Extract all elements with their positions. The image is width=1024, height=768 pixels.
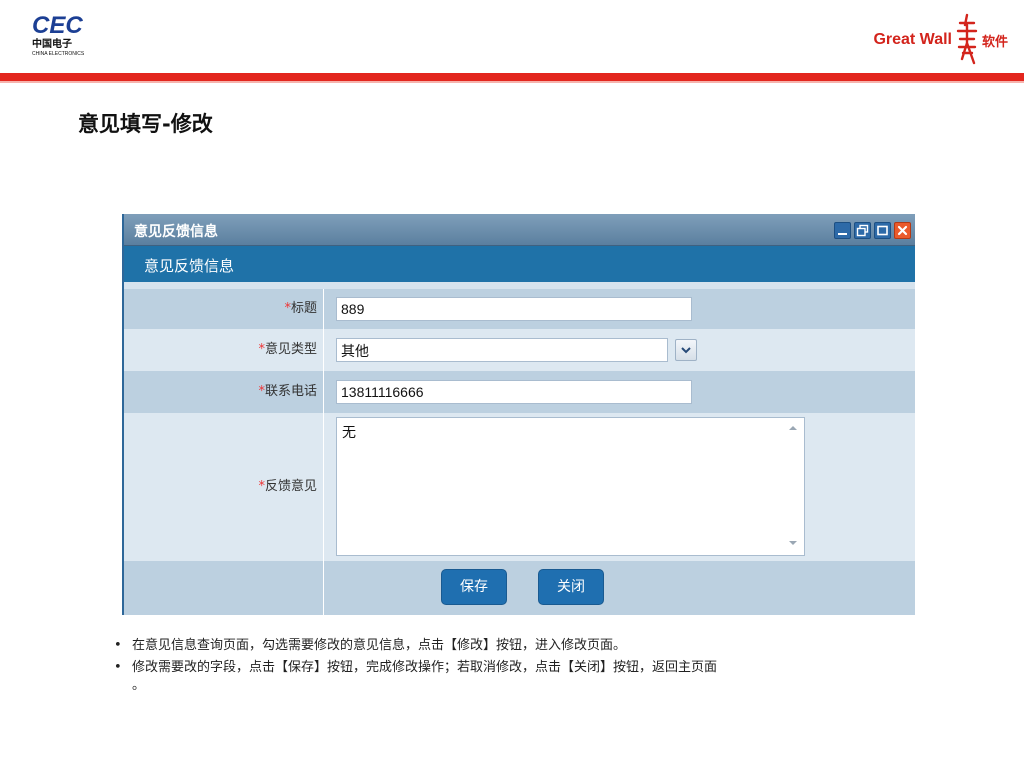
- section-header-title: 意见反馈信息: [144, 257, 235, 275]
- list-item-text: 修改需要改的字段，点击【保存】按钮，完成修改操作；若取消修改，点击【关闭】按钮，…: [132, 660, 718, 675]
- list-item-text: 在意见信息查询页面，勾选需要修改的意见信息，点击【修改】按钮，进入修改页面。: [132, 638, 627, 653]
- title-input[interactable]: 889: [336, 297, 692, 321]
- minimize-icon: [838, 233, 847, 235]
- field-label-text: 标题: [290, 301, 317, 316]
- field-label-title: *标题: [124, 289, 324, 329]
- list-item-text: 。: [132, 678, 146, 693]
- type-select-toggle[interactable]: [675, 339, 697, 361]
- maximize-button[interactable]: [874, 222, 891, 239]
- bullet-icon: •: [114, 660, 122, 675]
- feedback-textarea[interactable]: 无: [336, 417, 805, 556]
- section-header: 意见反馈信息: [124, 246, 915, 282]
- form-row-phone: *联系电话 13811116666: [124, 371, 915, 413]
- great-wall-mark-icon: [956, 13, 978, 65]
- scroll-down-icon[interactable]: [788, 539, 798, 547]
- window-controls: [834, 222, 911, 239]
- actions-cell: 保存 关闭: [325, 561, 915, 615]
- minimize-button[interactable]: [834, 222, 851, 239]
- field-value-cell: 13811116666: [325, 371, 915, 413]
- bullet-icon: •: [114, 638, 122, 653]
- cec-logo-word: CEC: [32, 12, 83, 39]
- form-row-type: *意见类型 其他: [124, 329, 915, 371]
- header-divider-shadow: [0, 81, 1024, 83]
- list-item-continuation: 。: [114, 679, 914, 693]
- close-button[interactable]: 关闭: [538, 569, 604, 605]
- slide: CEC 中国电子 CHINA ELECTRONICS Great Wall 软件…: [0, 0, 1024, 768]
- list-item: • 修改需要改的字段，点击【保存】按钮，完成修改操作；若取消修改，点击【关闭】按钮…: [114, 657, 914, 679]
- instructions-list: • 在意见信息查询页面，勾选需要修改的意见信息，点击【修改】按钮，进入修改页面。 …: [114, 635, 914, 693]
- close-icon: [897, 225, 908, 236]
- header-divider: [0, 73, 1024, 81]
- cec-logo-en: CHINA ELECTRONICS: [32, 51, 85, 57]
- save-button[interactable]: 保存: [441, 569, 507, 605]
- page-title: 意见填写-修改: [78, 112, 213, 136]
- feedback-window: 意见反馈信息 意见反馈信息 *标题 889 *意见类型 其他 *联系电话 138…: [122, 214, 915, 615]
- great-wall-logo: Great Wall 软件: [873, 12, 1008, 68]
- form-row-feedback: *反馈意见 无: [124, 413, 915, 561]
- field-label-type: *意见类型: [124, 329, 324, 371]
- phone-input[interactable]: 13811116666: [336, 380, 692, 404]
- window-titlebar[interactable]: 意见反馈信息: [124, 214, 915, 246]
- restore-button[interactable]: [854, 222, 871, 239]
- type-select[interactable]: 其他: [336, 338, 668, 362]
- scroll-up-icon[interactable]: [788, 424, 798, 432]
- field-value-cell: 无: [325, 413, 915, 561]
- field-label-text: 联系电话: [264, 384, 317, 399]
- form-row-actions: 保存 关闭: [124, 561, 915, 615]
- great-wall-logo-cn: 软件: [981, 34, 1008, 50]
- window-title: 意见反馈信息: [134, 224, 218, 240]
- maximize-icon: [877, 225, 888, 236]
- field-value-cell: 其他: [325, 329, 915, 371]
- restore-icon: [856, 224, 869, 237]
- list-item: • 在意见信息查询页面，勾选需要修改的意见信息，点击【修改】按钮，进入修改页面。: [114, 635, 914, 657]
- field-value-cell: 889: [325, 289, 915, 329]
- form-row-title: *标题 889: [124, 289, 915, 329]
- chevron-down-icon: [681, 347, 691, 354]
- close-window-button[interactable]: [894, 222, 911, 239]
- cec-logo: CEC 中国电子 CHINA ELECTRONICS: [32, 14, 102, 66]
- great-wall-logo-word: Great Wall: [873, 31, 952, 48]
- field-label-feedback: *反馈意见: [124, 413, 324, 561]
- feedback-text: 无: [342, 425, 356, 441]
- actions-label-cell: [124, 561, 324, 615]
- field-label-phone: *联系电话: [124, 371, 324, 413]
- field-label-text: 反馈意见: [264, 479, 317, 494]
- cec-logo-cn: 中国电子: [32, 39, 72, 50]
- field-label-text: 意见类型: [264, 342, 317, 357]
